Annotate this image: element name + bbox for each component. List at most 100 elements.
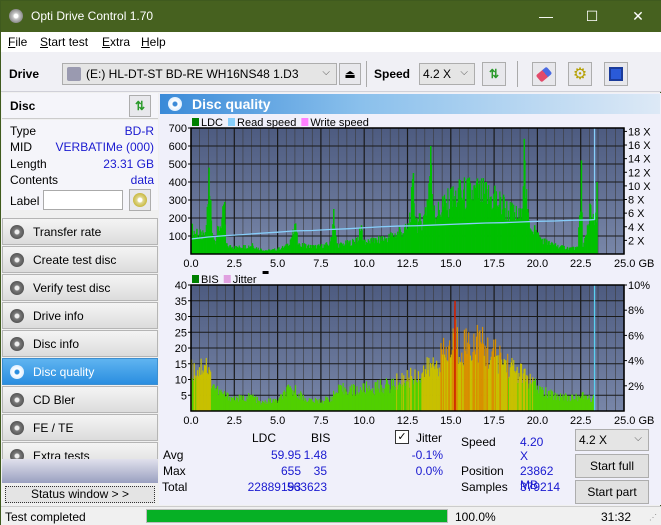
ldc-spike — [336, 243, 338, 254]
ldc-spike — [563, 245, 565, 254]
ldc-spike — [412, 173, 415, 254]
menu-help[interactable]: Help — [141, 35, 166, 49]
nav-create-test-disc[interactable]: Create test disc — [2, 246, 158, 273]
legend-swatch — [228, 118, 236, 126]
close-button[interactable]: ✕ — [615, 1, 661, 32]
y2-tick-label: 18 X — [628, 126, 651, 138]
disc-header-title: Disc — [10, 99, 36, 113]
jitter-checkbox[interactable]: ✓ — [395, 430, 409, 444]
start-part-button[interactable]: Start part — [575, 480, 649, 504]
disc-key: Type — [10, 124, 37, 138]
start-full-button[interactable]: Start full — [575, 454, 649, 478]
disc-row-contents: Contents data — [10, 173, 154, 189]
divider — [366, 61, 367, 87]
menu-extra[interactable]: Extra — [102, 35, 130, 49]
samples-label: Samples — [461, 480, 508, 494]
menu-extra-label: xtra — [110, 35, 131, 49]
nav-disc-info[interactable]: Disc info — [2, 330, 158, 357]
y2-tick-label: 8 X — [628, 195, 645, 207]
x-tick-label: 10.0 — [353, 415, 374, 427]
menu-start-test[interactable]: Start test — [40, 35, 88, 49]
ldc-spike — [523, 138, 526, 254]
label-input[interactable] — [43, 190, 123, 210]
resize-grip-icon[interactable]: ⋰ — [649, 513, 657, 522]
y2-tick-label: 4 X — [628, 222, 645, 234]
nav-disc-quality[interactable]: Disc quality — [2, 358, 158, 385]
disc-quality-panel: Disc quality 100 200 300 400 500 600 700 2 X4 X… — [159, 93, 661, 505]
ldc-spike — [502, 194, 505, 254]
x-tick-label: 20.0 — [527, 415, 548, 427]
x-tick-label: 17.5 — [483, 415, 504, 427]
status-window-button[interactable]: Status window > > — [5, 486, 155, 503]
disc-refresh-button[interactable]: ⇅ — [129, 95, 151, 117]
x-tick-label: 2.5 — [227, 415, 242, 427]
ldc-spike — [196, 228, 198, 254]
ldc-spike — [277, 247, 280, 254]
ldc-spike — [381, 236, 384, 254]
ldc-spike — [260, 248, 262, 254]
erase-button[interactable] — [532, 62, 556, 86]
nav-transfer-rate[interactable]: Transfer rate — [2, 218, 158, 245]
col-ldc-header: LDC — [252, 431, 277, 445]
refresh-arrows-icon: ⇅ — [488, 67, 500, 81]
nav-fe-te[interactable]: FE / TE — [2, 414, 158, 441]
save-button[interactable] — [604, 62, 628, 86]
disc-value: VERBATIMe (000) — [55, 140, 154, 154]
ldc-spike — [333, 209, 335, 254]
ldc-spike — [398, 227, 401, 254]
x-tick-label: 17.5 — [483, 258, 504, 270]
total-label: Total — [162, 480, 188, 494]
x-tick-label: 12.5 — [397, 415, 418, 427]
legend-marker — [262, 271, 269, 274]
settings-button[interactable]: ⚙ — [568, 62, 592, 86]
disc-nav-icon — [10, 281, 24, 295]
nav-label: Transfer rate — [33, 225, 102, 239]
menu-help-accel: H — [141, 35, 150, 49]
nav-verify-test-disc[interactable]: Verify test disc — [2, 274, 158, 301]
legend-swatch — [301, 118, 309, 126]
ldc-spike — [459, 180, 461, 254]
nav-drive-info[interactable]: Drive info — [2, 302, 158, 329]
y-tick-label: 5 — [181, 390, 187, 402]
ldc-spike — [234, 245, 236, 254]
nav-label: CD Bler — [33, 393, 76, 407]
nav-cd-bler[interactable]: CD Bler — [2, 386, 158, 413]
x-tick-label: 2.5 — [227, 258, 242, 270]
maximize-button[interactable]: ☐ — [569, 1, 615, 32]
disc-key: Contents — [10, 173, 59, 187]
refresh-button[interactable]: ⇅ — [482, 62, 506, 86]
ldc-spike — [320, 244, 323, 254]
avg-label: Avg — [163, 448, 184, 462]
speed-stat-label: Speed — [461, 435, 496, 449]
test-speed-select[interactable]: 4.2 X ⌵ — [575, 429, 649, 451]
ldc-spike — [582, 246, 584, 254]
legend-label: Write speed — [310, 117, 369, 129]
x-tick-label: 0.0 — [183, 258, 198, 270]
minimize-button[interactable]: — — [523, 1, 569, 32]
disc-header: Disc ⇅ — [2, 93, 158, 119]
ldc-spike — [572, 246, 574, 254]
label-disc-button[interactable] — [129, 189, 151, 211]
speed-select[interactable]: 4.2 X ⌵ — [419, 63, 475, 85]
ldc-spike — [298, 243, 300, 254]
disc-value: BD-R — [124, 124, 154, 138]
menu-file[interactable]: File — [8, 35, 27, 49]
x-tick-label: 15.0 — [440, 258, 461, 270]
disc-quality-icon — [168, 97, 182, 111]
ldc-spike — [360, 225, 363, 254]
speed-select-value: 4.2 X — [423, 67, 452, 81]
ldc-spike — [208, 167, 210, 254]
drive-icon — [67, 67, 81, 81]
ldc-spike — [372, 237, 375, 254]
floppy-save-icon — [609, 67, 623, 81]
y-tick-label: 200 — [169, 213, 187, 225]
y2-tick-label: 6% — [628, 330, 644, 342]
charts: 100 200 300 400 500 600 700 2 X4 X 6 X8 X 10 X 12 … — [169, 117, 655, 427]
y-tick-label: 25 — [175, 327, 187, 339]
divider — [517, 61, 518, 87]
ldc-spike — [355, 237, 358, 254]
eject-button[interactable]: ⏏ — [339, 63, 361, 85]
nav-label: Disc info — [33, 337, 80, 351]
drive-select[interactable]: (E:) HL-DT-ST BD-RE WH16NS48 1.D3 ⌵ — [62, 63, 337, 85]
ldc-spike — [225, 243, 228, 254]
